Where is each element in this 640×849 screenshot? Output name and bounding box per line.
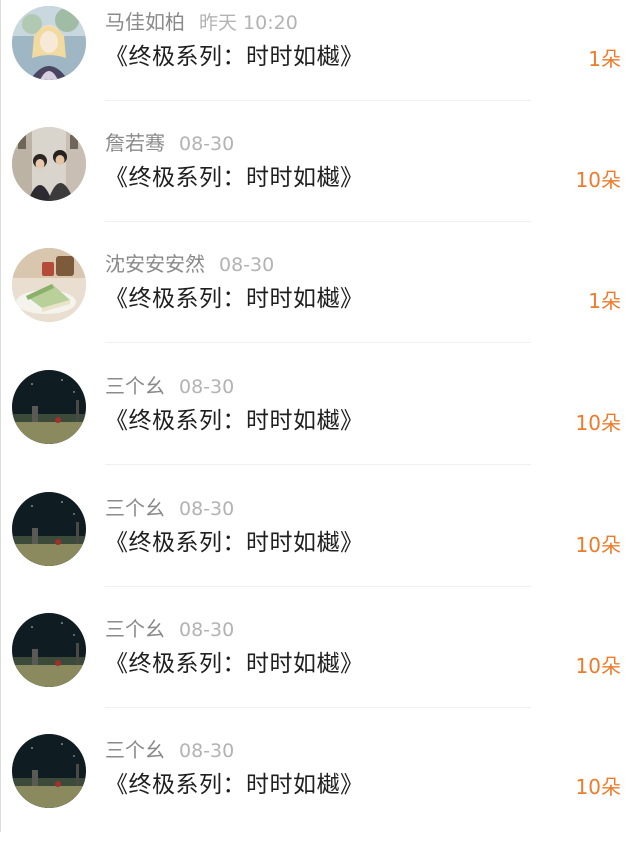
list-item[interactable]: 三个幺 08-30 《终极系列：时时如樾》 10朵 bbox=[1, 607, 640, 728]
item-meta: 沈安安安然 08-30 bbox=[105, 250, 274, 278]
gift-count: 10朵 bbox=[575, 411, 621, 435]
timestamp: 08-30 bbox=[179, 498, 235, 520]
divider bbox=[105, 100, 531, 101]
user-name[interactable]: 三个幺 bbox=[105, 496, 165, 520]
gift-count: 10朵 bbox=[575, 654, 621, 678]
divider bbox=[105, 586, 531, 587]
gift-count: 1朵 bbox=[588, 289, 621, 313]
book-title[interactable]: 《终极系列：时时如樾》 bbox=[105, 282, 364, 316]
dark-landscape-avatar-image bbox=[12, 613, 86, 687]
divider bbox=[105, 707, 531, 708]
list-item[interactable]: 沈安安安然 08-30 《终极系列：时时如樾》 1朵 bbox=[1, 242, 640, 363]
dark-landscape-avatar-image bbox=[12, 734, 86, 808]
avatar[interactable] bbox=[12, 734, 86, 808]
list-item[interactable]: 三个幺 08-30 《终极系列：时时如樾》 10朵 bbox=[1, 728, 640, 849]
couple-photo-avatar-image bbox=[12, 127, 86, 201]
book-title[interactable]: 《终极系列：时时如樾》 bbox=[105, 768, 364, 802]
item-meta: 三个幺 08-30 bbox=[105, 372, 234, 400]
item-meta: 詹若骞 08-30 bbox=[105, 129, 234, 157]
gift-record-list: 马佳如柏 昨天 10:20 《终极系列：时时如樾》 1朵 詹若骞 08-30 《… bbox=[0, 0, 640, 832]
list-item[interactable]: 三个幺 08-30 《终极系列：时时如樾》 10朵 bbox=[1, 486, 640, 607]
book-title[interactable]: 《终极系列：时时如樾》 bbox=[105, 647, 364, 681]
avatar[interactable] bbox=[12, 613, 86, 687]
dark-landscape-avatar-image bbox=[12, 370, 86, 444]
divider bbox=[105, 464, 531, 465]
gift-count: 10朵 bbox=[575, 533, 621, 557]
user-name[interactable]: 三个幺 bbox=[105, 738, 165, 762]
timestamp: 08-30 bbox=[179, 740, 235, 762]
book-title[interactable]: 《终极系列：时时如樾》 bbox=[105, 526, 364, 560]
item-meta: 马佳如柏 昨天 10:20 bbox=[105, 8, 298, 36]
item-meta: 三个幺 08-30 bbox=[105, 615, 234, 643]
avatar[interactable] bbox=[12, 6, 86, 80]
timestamp: 08-30 bbox=[179, 619, 235, 641]
cake-photo-avatar-image bbox=[12, 248, 86, 322]
user-name[interactable]: 三个幺 bbox=[105, 374, 165, 398]
divider bbox=[105, 342, 531, 343]
list-item[interactable]: 马佳如柏 昨天 10:20 《终极系列：时时如樾》 1朵 bbox=[1, 0, 640, 121]
timestamp: 08-30 bbox=[219, 254, 275, 276]
list-item[interactable]: 三个幺 08-30 《终极系列：时时如樾》 10朵 bbox=[1, 364, 640, 485]
user-name[interactable]: 詹若骞 bbox=[105, 131, 165, 155]
timestamp: 昨天 10:20 bbox=[199, 12, 298, 34]
avatar[interactable] bbox=[12, 248, 86, 322]
item-meta: 三个幺 08-30 bbox=[105, 494, 234, 522]
gift-count: 10朵 bbox=[575, 775, 621, 799]
avatar[interactable] bbox=[12, 127, 86, 201]
user-name[interactable]: 沈安安安然 bbox=[105, 252, 205, 276]
item-meta: 三个幺 08-30 bbox=[105, 736, 234, 764]
book-title[interactable]: 《终极系列：时时如樾》 bbox=[105, 161, 364, 195]
divider bbox=[105, 221, 531, 222]
list-item[interactable]: 詹若骞 08-30 《终极系列：时时如樾》 10朵 bbox=[1, 121, 640, 242]
timestamp: 08-30 bbox=[179, 376, 235, 398]
book-title[interactable]: 《终极系列：时时如樾》 bbox=[105, 40, 364, 74]
gift-count: 1朵 bbox=[588, 47, 621, 71]
user-name[interactable]: 三个幺 bbox=[105, 617, 165, 641]
user-name[interactable]: 马佳如柏 bbox=[105, 10, 185, 34]
avatar[interactable] bbox=[12, 370, 86, 444]
gift-count: 10朵 bbox=[575, 168, 621, 192]
anime-girl-avatar-image bbox=[12, 6, 86, 80]
avatar[interactable] bbox=[12, 492, 86, 566]
timestamp: 08-30 bbox=[179, 133, 235, 155]
book-title[interactable]: 《终极系列：时时如樾》 bbox=[105, 404, 364, 438]
dark-landscape-avatar-image bbox=[12, 492, 86, 566]
